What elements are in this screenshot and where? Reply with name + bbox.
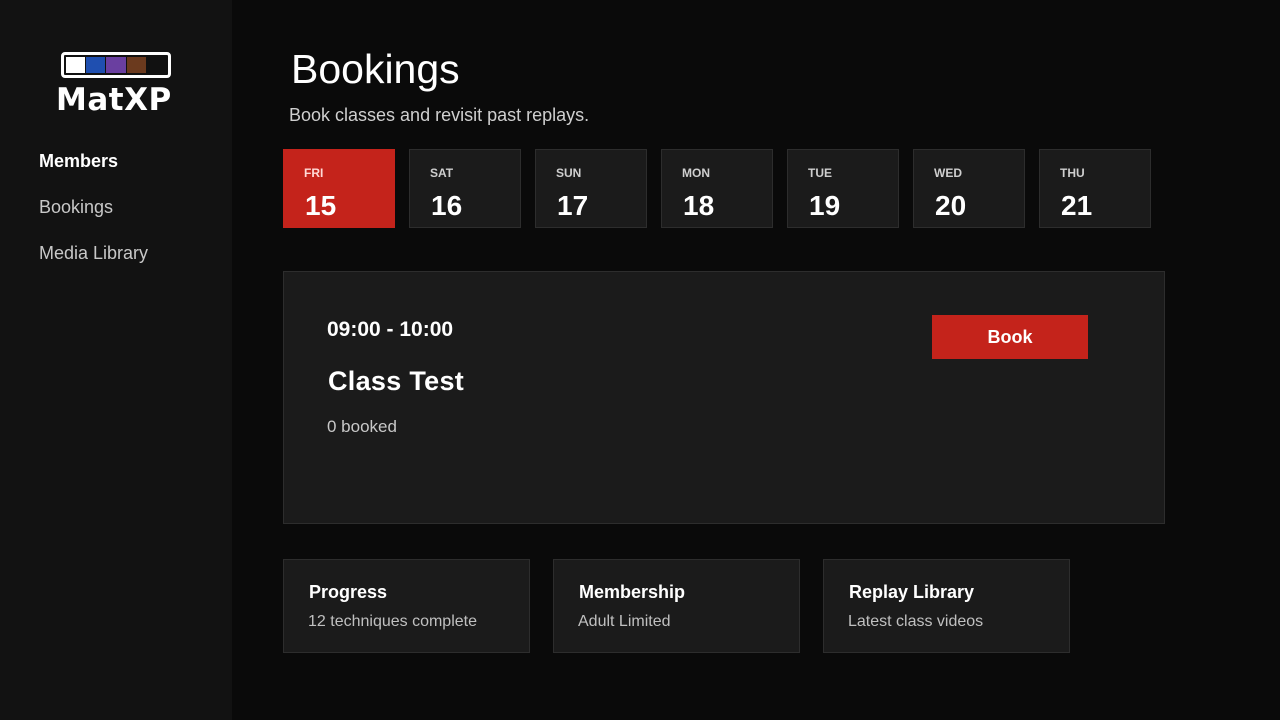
belt-logo-icon	[61, 52, 171, 78]
belt-stripe	[106, 57, 126, 73]
day-number: 19	[809, 190, 841, 221]
day-number: 15	[305, 190, 337, 221]
page-title: Bookings	[291, 46, 460, 92]
day-tab-wed[interactable]: WED 20	[913, 149, 1025, 228]
day-tab-sat[interactable]: SAT 16	[409, 149, 521, 228]
belt-stripe	[86, 57, 106, 73]
book-button[interactable]: Book	[932, 315, 1088, 359]
summary-tiles: Progress 12 techniques complete Membersh…	[283, 559, 1070, 653]
class-time: 09:00 - 10:00	[327, 318, 454, 341]
sidebar-item-media-library[interactable]: Media Library	[39, 242, 148, 288]
day-tab-thu[interactable]: THU 21	[1039, 149, 1151, 228]
sidebar: MatXP Members Bookings Media Library	[0, 0, 232, 720]
day-number: 18	[683, 190, 715, 221]
progress-tile[interactable]: Progress 12 techniques complete	[283, 559, 530, 653]
belt-stripe	[66, 57, 86, 73]
replay-library-tile[interactable]: Replay Library Latest class videos	[823, 559, 1070, 653]
day-name: SAT	[430, 166, 454, 180]
day-tab-tue[interactable]: TUE 19	[787, 149, 899, 228]
belt-stripe	[146, 57, 167, 73]
day-name: MON	[682, 166, 710, 180]
day-tab-fri[interactable]: FRI 15	[283, 149, 395, 228]
day-number: 16	[431, 190, 463, 221]
tile-subtitle: 12 techniques complete	[308, 613, 477, 630]
tile-title: Membership	[579, 582, 686, 602]
page-subtitle: Book classes and revisit past replays.	[289, 105, 590, 125]
booked-count: 0 booked	[327, 417, 397, 436]
day-number: 20	[935, 190, 967, 221]
day-name: WED	[934, 166, 962, 180]
logo-text: MatXP	[56, 82, 172, 118]
day-tab-mon[interactable]: MON 18	[661, 149, 773, 228]
day-name: FRI	[304, 166, 324, 180]
membership-tile[interactable]: Membership Adult Limited	[553, 559, 800, 653]
main-content: Bookings Book classes and revisit past r…	[232, 0, 1280, 720]
day-tab-sun[interactable]: SUN 17	[535, 149, 647, 228]
sidebar-nav: Members Bookings Media Library	[39, 150, 148, 288]
logo[interactable]: MatXP	[56, 52, 178, 118]
tile-title: Replay Library	[849, 582, 975, 602]
day-name: TUE	[808, 166, 832, 180]
day-name: SUN	[556, 166, 582, 180]
sidebar-item-members[interactable]: Members	[39, 150, 148, 196]
tile-subtitle: Adult Limited	[578, 613, 671, 630]
class-card: 09:00 - 10:00 Class Test 0 booked Book	[283, 271, 1165, 524]
day-number: 21	[1061, 190, 1093, 221]
tile-subtitle: Latest class videos	[848, 613, 984, 630]
day-name: THU	[1060, 166, 1085, 180]
day-picker: FRI 15 SAT 16 SUN 17 MON 18 TUE 19 WED 2…	[283, 149, 1151, 228]
belt-stripe	[126, 57, 146, 73]
tile-title: Progress	[309, 582, 388, 602]
day-number: 17	[557, 190, 589, 221]
class-name: Class Test	[328, 366, 465, 396]
sidebar-item-bookings[interactable]: Bookings	[39, 196, 148, 242]
